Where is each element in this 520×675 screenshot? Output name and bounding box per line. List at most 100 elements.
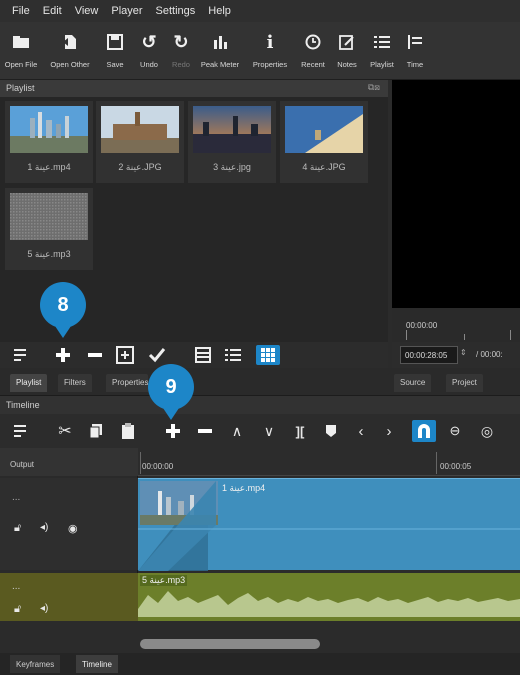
menu-edit[interactable]: Edit [43, 5, 62, 17]
menu-help[interactable]: Help [208, 5, 231, 17]
copy-icon [89, 424, 102, 439]
next-marker-button[interactable]: › [380, 420, 398, 442]
snap-button[interactable] [412, 420, 436, 442]
lift-button[interactable]: ∧ [228, 420, 246, 442]
split-icon: ][ [295, 423, 305, 439]
audio-track-header[interactable]: ... 🔓︎ ◂) [0, 573, 138, 621]
audio-file-thumbnail [10, 193, 88, 240]
notes-button[interactable]: Notes [330, 22, 364, 80]
undo-button[interactable]: ↺ Undo [132, 22, 166, 80]
remove-from-playlist-button[interactable] [84, 345, 106, 365]
copy-button[interactable] [86, 420, 106, 442]
ruler-tick [406, 330, 407, 340]
info-icon: i [266, 31, 274, 53]
split-button[interactable]: ][ [290, 420, 310, 442]
redo-button[interactable]: ↻ Redo [166, 22, 196, 80]
tab-playlist[interactable]: Playlist [10, 374, 48, 392]
tab-filters[interactable]: Filters [58, 374, 92, 392]
plus-icon [166, 424, 180, 438]
timeline-ruler[interactable]: 00:00:00 00:00:05 [138, 448, 520, 476]
eye-link-icon: ⊖ [449, 423, 461, 438]
tiles-view-button[interactable] [256, 345, 280, 365]
viewer-ruler[interactable]: 00:00:00 [392, 308, 520, 342]
track-name-field[interactable]: ... [12, 492, 20, 503]
main-toolbar: Open File Open Other Save ↺ Undo ↻ Redo … [0, 22, 520, 80]
ripple-delete-button[interactable] [194, 420, 216, 442]
fade-in-overlay [138, 481, 520, 571]
menu-settings[interactable]: Settings [156, 5, 196, 17]
previous-marker-button[interactable]: ‹ [352, 420, 370, 442]
lock-icon[interactable]: 🔓︎ [14, 522, 21, 535]
playlist-item[interactable]: 3 عينة.jpg [188, 101, 276, 183]
track-name-field[interactable]: ... [12, 581, 20, 592]
playlist-item[interactable]: 5 عينة.mp3 [5, 188, 93, 270]
clock-icon [305, 30, 321, 54]
building-image-thumbnail [101, 106, 179, 153]
fort-image-thumbnail [285, 106, 363, 153]
panel-float-close-icon[interactable]: ⧉⊠ [368, 82, 380, 93]
playlist-toolbar [0, 342, 388, 368]
timeline-button[interactable]: Time [400, 22, 430, 80]
lock-icon[interactable]: 🔓︎ [14, 603, 21, 616]
ripple-button[interactable]: ◎ [476, 420, 498, 442]
marker-button[interactable] [322, 420, 340, 442]
tab-timeline[interactable]: Timeline [76, 655, 118, 673]
icons-view-button[interactable] [222, 345, 244, 365]
tab-properties[interactable]: Properties [106, 374, 148, 392]
menu-file[interactable]: File [12, 5, 30, 17]
paste-button[interactable] [118, 420, 138, 442]
open-file-button[interactable]: Open File [0, 22, 42, 80]
video-viewer[interactable] [392, 80, 520, 308]
update-playlist-button[interactable] [114, 345, 136, 365]
tab-project[interactable]: Project [446, 374, 483, 392]
playlist-menu-button[interactable] [12, 345, 30, 365]
append-button[interactable] [162, 420, 184, 442]
tab-source[interactable]: Source [394, 374, 432, 392]
minus-icon [198, 429, 212, 433]
open-other-button[interactable]: Open Other [42, 22, 98, 80]
table-icon [195, 347, 211, 363]
mute-icon[interactable]: ◂) [40, 522, 48, 533]
peak-meter-button[interactable]: Peak Meter [196, 22, 244, 80]
menu-view[interactable]: View [75, 5, 99, 17]
playlist-item[interactable]: 2 عينة.JPG [96, 101, 184, 183]
position-timecode-field[interactable]: 00:00:28:05 [400, 346, 458, 364]
output-label: Output [0, 448, 138, 476]
video-track-header[interactable]: ... 🔓︎ ◂) ◉ [0, 478, 138, 570]
undo-icon: ↺ [141, 31, 157, 52]
check-button[interactable] [146, 345, 168, 365]
plus-icon [56, 348, 70, 362]
grid-icon [261, 348, 275, 362]
bottom-tabs: Keyframes Timeline [0, 653, 520, 675]
timeline-scroll-area [0, 621, 520, 653]
audio-clip[interactable]: عينة 5.mp3 [138, 573, 520, 621]
eye-icon[interactable]: ◉ [68, 522, 78, 535]
save-button[interactable]: Save [98, 22, 132, 80]
timeline-scrollbar[interactable] [140, 639, 320, 649]
spin-arrows-icon[interactable]: ⇕ [460, 348, 467, 357]
add-to-playlist-button[interactable] [52, 345, 74, 365]
cut-button[interactable]: ✂ [54, 420, 76, 442]
ruler-tick [510, 330, 511, 340]
scrub-button[interactable]: ⊖ [444, 420, 466, 442]
playlist-button[interactable]: Playlist [364, 22, 400, 80]
ripple-icon: ◎ [480, 422, 494, 439]
menu-bar: File Edit View Player Settings Help [0, 0, 520, 22]
tab-keyframes[interactable]: Keyframes [10, 655, 61, 673]
playlist-item[interactable]: 1 عينة.mp4 [5, 101, 93, 183]
notes-icon [339, 30, 355, 54]
mute-icon[interactable]: ◂) [40, 603, 48, 614]
overwrite-button[interactable]: ∨ [260, 420, 278, 442]
properties-button[interactable]: i Properties [244, 22, 296, 80]
video-clip[interactable]: عينة 1.mp4 [138, 478, 520, 571]
playlist-item[interactable]: 4 عينة.JPG [280, 101, 368, 183]
chevron-down-icon: ∨ [263, 422, 275, 439]
peak-meter-icon [212, 30, 228, 54]
details-view-button[interactable] [192, 345, 214, 365]
recent-button[interactable]: Recent [296, 22, 330, 80]
video-clip-label: عينة 1.mp4 [222, 483, 266, 493]
panel-tabs: Playlist Filters Properties Source Proje… [0, 368, 520, 396]
menu-player[interactable]: Player [111, 5, 142, 17]
update-icon [116, 346, 134, 364]
timeline-menu-button[interactable] [12, 420, 30, 442]
